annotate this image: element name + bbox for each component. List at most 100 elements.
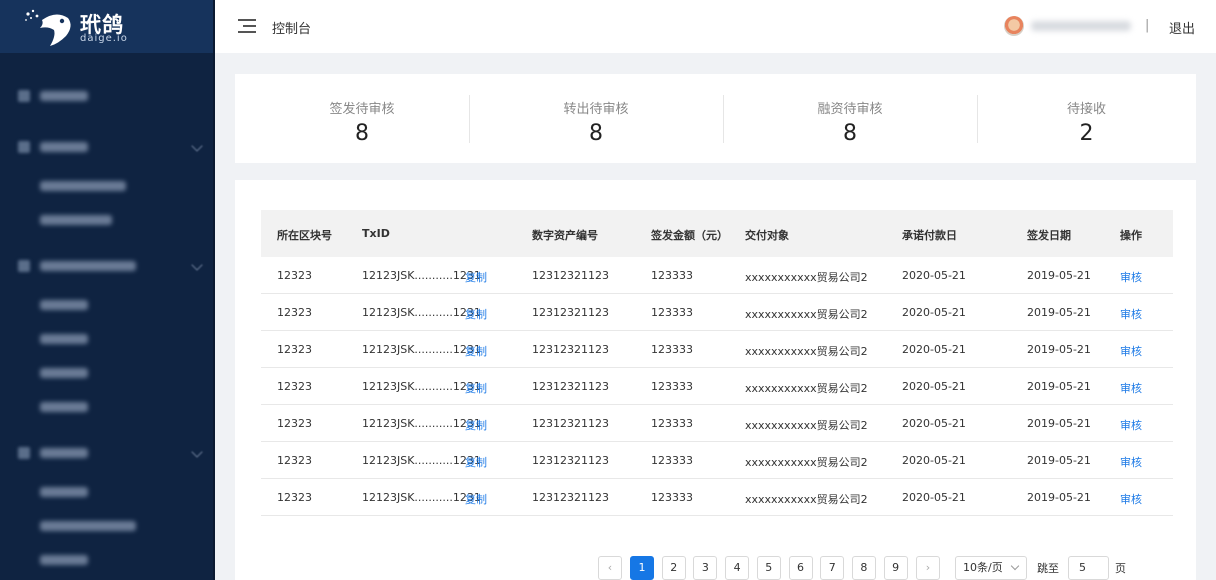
cell-amount: 123333 — [651, 417, 693, 430]
cell-block: 12323 — [277, 269, 312, 282]
table-row: 12323 12123JSK...........1231 12312321123 1… — [261, 368, 1173, 405]
page-button[interactable]: 4 — [725, 556, 750, 580]
cell-recipient: xxxxxxxxxxx贸易公司2 — [745, 345, 868, 358]
menu-icon — [18, 260, 30, 272]
cell-issue-date: 2019-05-21 — [1027, 306, 1091, 319]
page-button[interactable]: 3 — [693, 556, 718, 580]
user-name[interactable] — [1031, 21, 1131, 31]
stat-financing-pending[interactable]: 融资待审核 8 — [723, 74, 977, 163]
stats-card: 签发待审核 8 转出待审核 8 融资待审核 8 待接收 2 — [235, 74, 1196, 163]
page-size-select[interactable]: 10条/页 — [955, 556, 1027, 580]
stat-label: 待接收 — [1066, 102, 1106, 117]
column-header: 数字资产编号 — [532, 229, 598, 242]
jump-label: 跳至 — [1037, 562, 1059, 575]
sidebar-subitem[interactable] — [0, 327, 215, 351]
cell-due-date: 2020-05-21 — [902, 417, 966, 430]
sidebar-subitem[interactable] — [0, 480, 215, 504]
header-separator: | — [1145, 18, 1150, 33]
page-button[interactable]: 1 — [630, 556, 654, 580]
cell-asset-no: 12312321123 — [532, 269, 609, 282]
sidebar-subitem[interactable] — [0, 514, 215, 538]
sidebar-subitem[interactable] — [0, 361, 215, 385]
copy-link[interactable]: 复制 — [465, 343, 487, 359]
review-link[interactable]: 审核 — [1120, 269, 1142, 285]
sidebar-subitem[interactable] — [0, 395, 215, 419]
cell-asset-no: 12312321123 — [532, 454, 609, 467]
page-size-value: 10条/页 — [963, 561, 1003, 574]
cell-block: 12323 — [277, 491, 312, 504]
sidebar-subitem-label — [40, 368, 88, 378]
review-link[interactable]: 审核 — [1120, 454, 1142, 470]
cell-txid: 12123JSK...........1231 — [362, 343, 481, 356]
review-link[interactable]: 审核 — [1120, 417, 1142, 433]
data-table: 所在区块号 TxID 数字资产编号 签发金额（元） 交付对象 承诺付款日 签发日… — [261, 210, 1173, 516]
sidebar-group-4[interactable] — [0, 441, 215, 465]
stat-value: 8 — [843, 121, 857, 146]
cell-amount: 123333 — [651, 269, 693, 282]
review-link[interactable]: 审核 — [1120, 343, 1142, 359]
cell-asset-no: 12312321123 — [532, 380, 609, 393]
copy-link[interactable]: 复制 — [465, 454, 487, 470]
review-link[interactable]: 审核 — [1120, 380, 1142, 396]
page-button[interactable]: 6 — [788, 556, 813, 580]
cell-amount: 123333 — [651, 454, 693, 467]
table-row: 12323 12123JSK...........1231 12312321123 1… — [261, 257, 1173, 294]
copy-link[interactable]: 复制 — [465, 306, 487, 322]
cell-amount: 123333 — [651, 380, 693, 393]
logout-link[interactable]: 退出 — [1169, 18, 1195, 37]
sidebar-subitem-label — [40, 334, 88, 344]
stat-label: 转出待审核 — [563, 102, 629, 117]
sidebar-subitem[interactable] — [0, 293, 215, 317]
copy-link[interactable]: 复制 — [465, 269, 487, 285]
cell-due-date: 2020-05-21 — [902, 269, 966, 282]
cell-due-date: 2020-05-21 — [902, 454, 966, 467]
chevron-down-icon — [191, 446, 203, 458]
column-header: 交付对象 — [745, 229, 789, 242]
page-button[interactable]: 8 — [851, 556, 876, 580]
cell-issue-date: 2019-05-21 — [1027, 269, 1091, 282]
chevron-down-icon — [1010, 561, 1020, 571]
sidebar: 玳鸽 daige.io — [0, 0, 215, 580]
copy-link[interactable]: 复制 — [465, 417, 487, 433]
next-page-button[interactable]: › — [916, 556, 940, 580]
sidebar-group-2[interactable] — [0, 135, 215, 159]
sidebar-subitem[interactable] — [0, 208, 215, 232]
cell-amount: 123333 — [651, 306, 693, 319]
cell-due-date: 2020-05-21 — [902, 343, 966, 356]
stat-transfer-pending[interactable]: 转出待审核 8 — [469, 74, 723, 163]
top-header: 控制台 | 退出 — [215, 0, 1216, 53]
copy-link[interactable]: 复制 — [465, 380, 487, 396]
menu-icon — [18, 90, 30, 102]
sidebar-item-1[interactable] — [0, 84, 215, 108]
avatar[interactable] — [1004, 16, 1024, 36]
sidebar-subitem-label — [40, 215, 112, 225]
copy-link[interactable]: 复制 — [465, 491, 487, 507]
cell-block: 12323 — [277, 417, 312, 430]
review-link[interactable]: 审核 — [1120, 306, 1142, 322]
sidebar-subitem-label — [40, 300, 88, 310]
review-link[interactable]: 审核 — [1120, 491, 1142, 507]
breadcrumb[interactable]: 控制台 — [272, 18, 311, 37]
chevron-down-icon — [191, 140, 203, 152]
sidebar-item-label — [40, 91, 88, 101]
sidebar-subitem[interactable] — [0, 174, 215, 198]
sidebar-group-3[interactable] — [0, 254, 215, 278]
stat-issue-pending[interactable]: 签发待审核 8 — [235, 74, 489, 163]
page-button[interactable]: 5 — [756, 556, 781, 580]
cell-due-date: 2020-05-21 — [902, 380, 966, 393]
table-row: 12323 12123JSK...........1231 12312321123 1… — [261, 294, 1173, 331]
cell-issue-date: 2019-05-21 — [1027, 491, 1091, 504]
jump-page-input[interactable]: 5 — [1068, 556, 1109, 580]
column-header: 签发金额（元） — [651, 229, 728, 242]
cell-txid: 12123JSK...........1231 — [362, 454, 481, 467]
stat-to-receive[interactable]: 待接收 2 — [977, 74, 1196, 163]
prev-page-button[interactable]: ‹ — [598, 556, 622, 580]
page-button[interactable]: 2 — [661, 556, 686, 580]
table-row: 12323 12123JSK...........1231 12312321123 1… — [261, 405, 1173, 442]
cell-issue-date: 2019-05-21 — [1027, 380, 1091, 393]
page-button[interactable]: 7 — [820, 556, 845, 580]
sidebar-subitem-label — [40, 487, 88, 497]
menu-fold-icon[interactable] — [238, 19, 256, 33]
table-card: 所在区块号 TxID 数字资产编号 签发金额（元） 交付对象 承诺付款日 签发日… — [235, 180, 1196, 580]
page-button[interactable]: 9 — [883, 556, 908, 580]
